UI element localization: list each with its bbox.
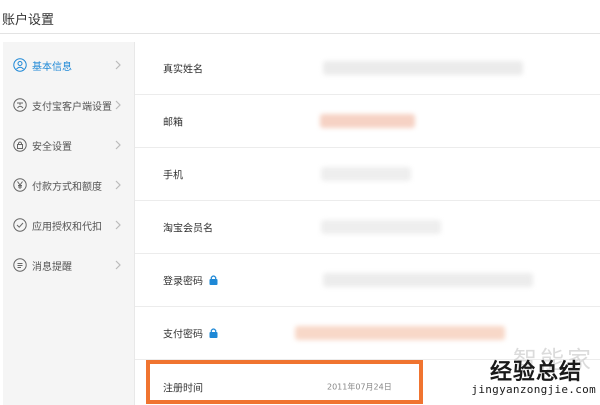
chevron-right-icon	[112, 139, 124, 151]
hidden-value	[321, 220, 441, 234]
hidden-value	[323, 273, 533, 287]
sidebar-item-app-auth[interactable]: 应用授权和代扣	[3, 206, 134, 244]
hidden-value	[295, 326, 505, 340]
hidden-value	[323, 61, 523, 75]
info-row-phone: 手机	[135, 148, 600, 201]
lock-icon	[13, 138, 27, 152]
row-label: 真实姓名	[163, 64, 203, 76]
row-label: 手机	[163, 170, 183, 182]
sidebar-item-notifications[interactable]: 消息提醒	[3, 246, 134, 284]
info-row-payment-password: 支付密码	[135, 307, 600, 360]
sidebar-item-security[interactable]: 安全设置	[3, 126, 134, 164]
hidden-value	[321, 167, 411, 181]
chevron-right-icon	[112, 219, 124, 231]
sidebar-item-alipay-client[interactable]: 支付宝客户端设置	[3, 86, 134, 124]
chevron-right-icon	[112, 179, 124, 191]
sidebar-item-label: 消息提醒	[32, 261, 72, 273]
sidebar-item-basic-info[interactable]: 基本信息	[3, 46, 134, 84]
chevron-right-icon	[112, 99, 124, 111]
info-row-login-password: 登录密码	[135, 254, 600, 307]
row-label: 淘宝会员名	[163, 223, 213, 235]
info-row-register-time: 注册时间 2011年07月24日	[135, 360, 600, 405]
sidebar-item-label: 安全设置	[32, 141, 72, 153]
sidebar-item-label: 应用授权和代扣	[32, 221, 102, 233]
sidebar-item-payment[interactable]: 付款方式和额度	[3, 166, 134, 204]
message-icon	[13, 258, 27, 272]
alipay-client-icon	[13, 98, 27, 112]
info-row-real-name: 真实姓名	[135, 42, 600, 95]
settings-sidebar: 基本信息 支付宝客户端设置 安全设置 付款方式和额度 应用授权和代扣 消息提醒	[3, 42, 135, 405]
chevron-right-icon	[112, 259, 124, 271]
sidebar-item-label: 付款方式和额度	[32, 181, 102, 193]
info-row-taobao-name: 淘宝会员名	[135, 201, 600, 254]
sidebar-item-label: 基本信息	[32, 61, 72, 73]
lock-icon	[209, 275, 218, 286]
title-divider	[0, 33, 600, 34]
yuan-icon	[13, 178, 27, 192]
user-icon	[13, 58, 27, 72]
info-row-email: 邮箱	[135, 95, 600, 148]
row-label: 注册时间	[163, 383, 203, 394]
register-date: 2011年07月24日	[327, 382, 392, 391]
check-circle-icon	[13, 218, 27, 232]
sidebar-item-label: 支付宝客户端设置	[32, 101, 112, 113]
row-label: 登录密码	[163, 276, 203, 288]
hidden-value	[320, 114, 415, 128]
chevron-right-icon	[112, 59, 124, 71]
page-title: 账户设置	[2, 13, 55, 28]
lock-icon	[209, 328, 218, 339]
row-label: 邮箱	[163, 117, 183, 129]
row-label: 支付密码	[163, 329, 203, 341]
